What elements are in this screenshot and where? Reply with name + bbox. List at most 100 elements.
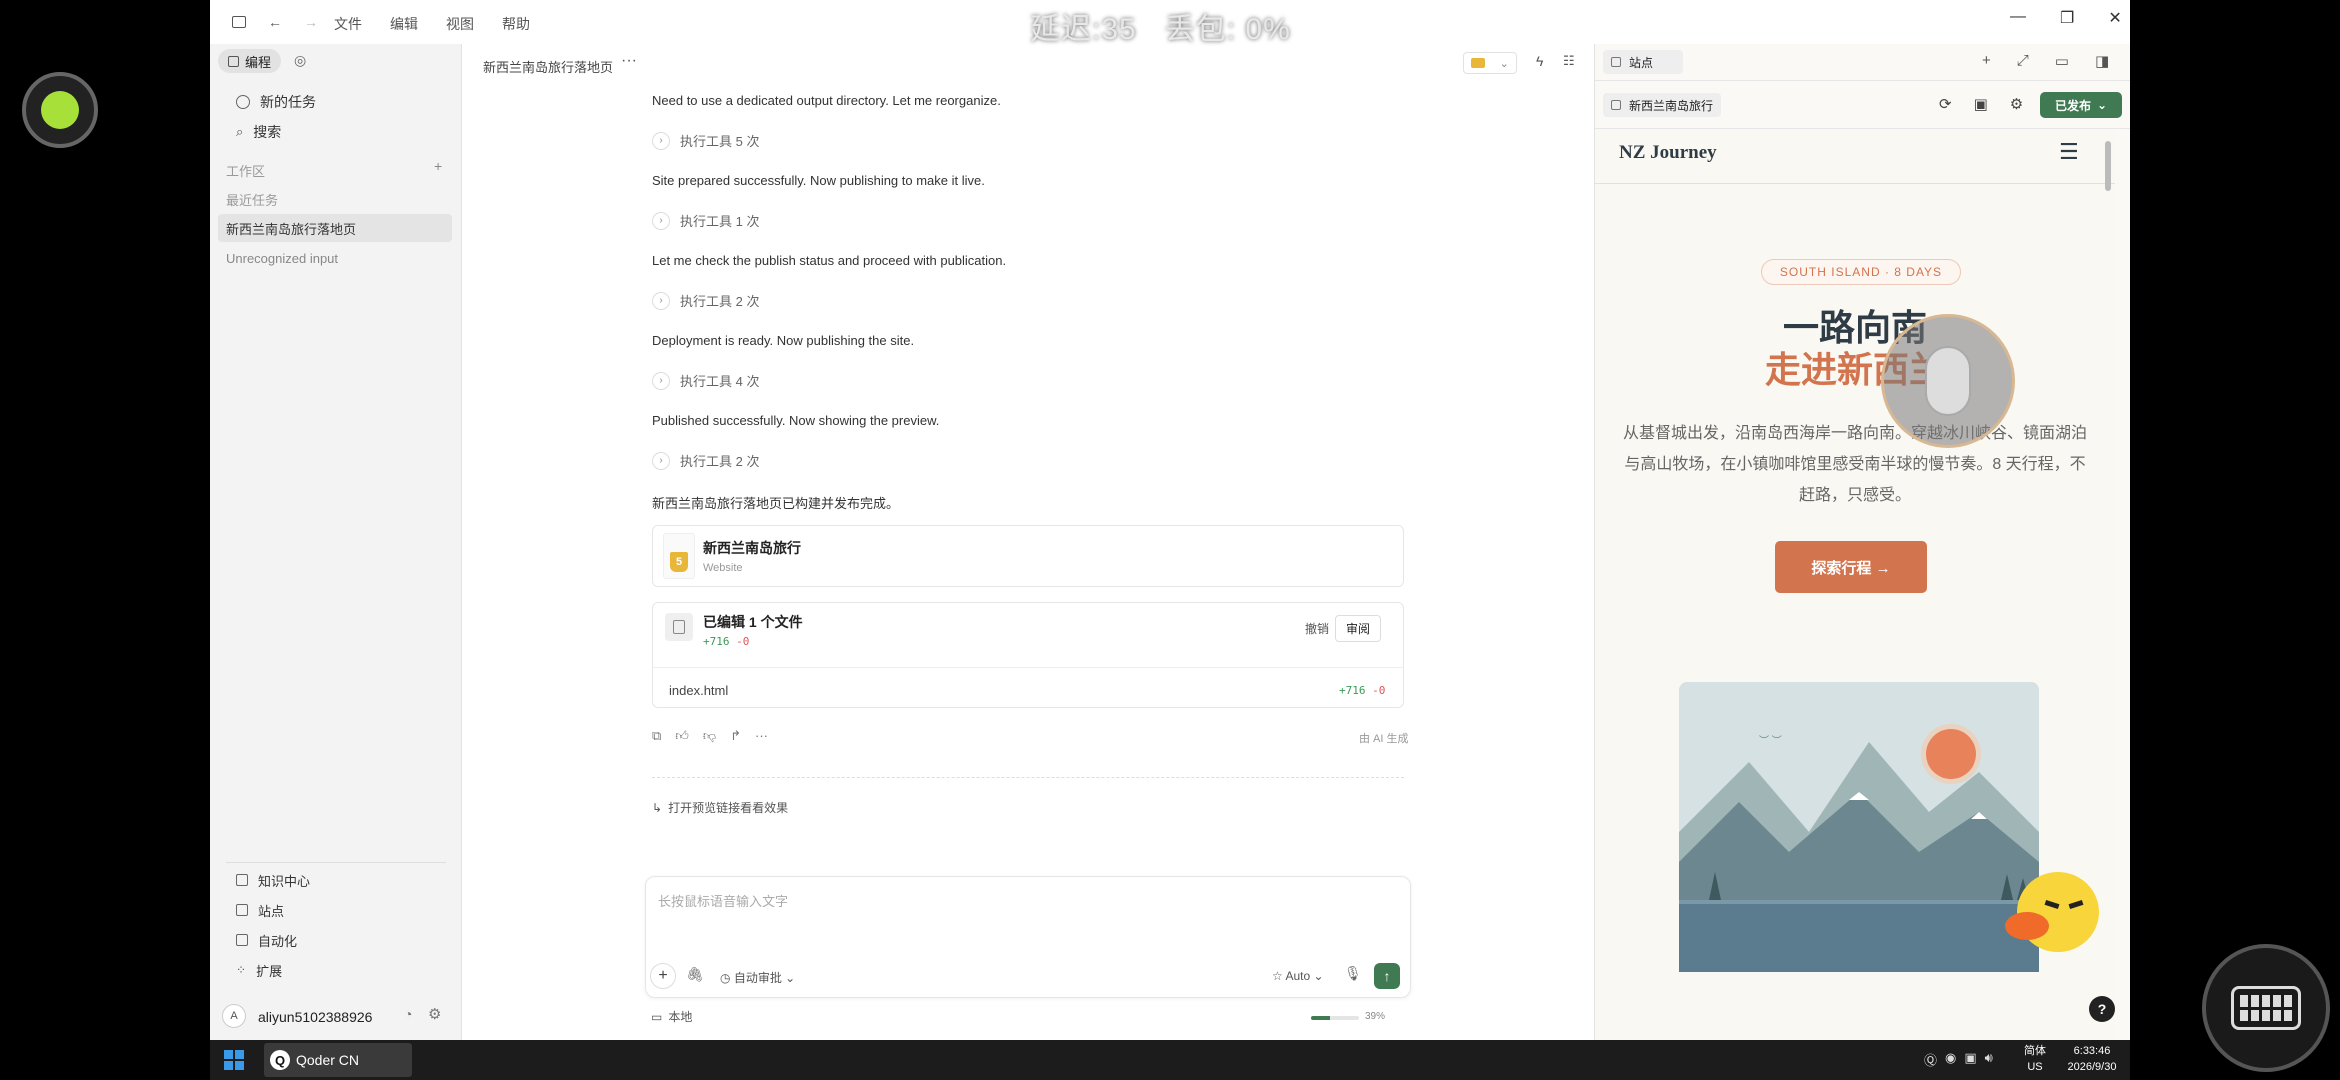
review-button[interactable]: 审阅 [1335, 615, 1382, 642]
app-window: ← → 文件 编辑 视图 帮助 — ❐ ✕ 编程 ◎ 新的任务 ⌕ 搜索 工作区 + 最… [210, 0, 2130, 1040]
publish-button[interactable]: 已发布 ⌄ [2040, 92, 2122, 118]
context-progress-fill [1311, 1016, 1330, 1020]
volume-icon[interactable]: 🔊︎ [1985, 1050, 1993, 1069]
menu-file[interactable]: 文件 [334, 16, 362, 32]
settings-icon[interactable]: ⚙ [428, 1005, 441, 1023]
panel-tab-sites[interactable]: 站点 [1603, 50, 1683, 74]
assistant-message: Published successfully. Now showing the … [652, 413, 940, 428]
mouse-overlay-button[interactable] [1881, 314, 2015, 448]
avatar[interactable]: A [222, 1004, 246, 1028]
open-preview-label: 打开预览链接看看效果 [668, 801, 789, 815]
menu-help[interactable]: 帮助 [502, 16, 530, 32]
new-task-label: 新的任务 [260, 94, 316, 110]
chevron-right-icon: › [652, 451, 670, 470]
sidebar-toggle-icon[interactable] [232, 16, 246, 28]
sidebar-item-automation[interactable]: 自动化 [222, 926, 450, 954]
more-actions-icon[interactable]: ··· [755, 728, 768, 744]
tool-call-toggle[interactable]: › 执行工具 2 次 [652, 451, 759, 470]
tray-duck-icon[interactable]: ◉ [1945, 1050, 1956, 1069]
more-icon[interactable]: ··· [621, 52, 637, 70]
edit-card: 已编辑 1 个文件 +716 -0 撤销 审阅 index.html +716 … [652, 602, 1404, 708]
floating-green-button[interactable] [22, 72, 98, 148]
site-brand[interactable]: NZ Journey [1619, 142, 1717, 164]
preview-description: 从基督城出发，沿南岛西海岸一路向南。穿越冰川峡谷、镜面湖泊与高山牧场，在小镇咖啡… [1622, 425, 2087, 504]
auto-approve-label: 自动审批 [733, 971, 782, 985]
preview-panel: 站点 + ⤢ ▭ ◨ 新西兰南岛旅行 ⟳ ▣ ⚙ 已发布 ⌄ NZ Journey… [1594, 44, 2130, 1040]
gear-icon[interactable]: ⚙ [2010, 95, 2023, 113]
file-icon [665, 613, 693, 641]
microphone-icon[interactable]: 🎙︎ [1344, 965, 1362, 982]
device-icon[interactable]: ▣ [1974, 95, 1988, 113]
chat-input[interactable]: 长按鼠标语音输入文字 [658, 891, 788, 910]
search-button[interactable]: ⌕ 搜索 [222, 118, 450, 146]
forward-icon[interactable]: → [304, 14, 318, 30]
file-deletions: -0 [1372, 684, 1386, 697]
input-method[interactable]: 简体 US [2024, 1043, 2046, 1075]
menu-edit[interactable]: 编辑 [390, 16, 418, 32]
model-dropdown[interactable]: ☆ Auto ⌄ [1272, 969, 1324, 983]
preview-badge: SOUTH ISLAND · 8 DAYS [1761, 259, 1961, 285]
keyboard-button[interactable] [2202, 944, 2330, 1072]
stream-stats: 延迟:35 丢包: 0% [1030, 4, 1291, 48]
final-message: 新西兰南岛旅行落地页已构建并发布完成。 [652, 496, 900, 511]
recent-item-active[interactable]: 新西兰南岛旅行落地页 [218, 214, 452, 242]
refresh-icon[interactable]: ⟳ [1939, 95, 1952, 113]
undo-button[interactable]: 撤销 [1305, 620, 1329, 637]
thumbs-down-icon[interactable]: 👎︎ [703, 728, 716, 744]
edited-file-name[interactable]: index.html [669, 683, 728, 698]
tray-qoder-icon[interactable]: Ⓠ [1924, 1050, 1937, 1069]
explore-itinerary-button[interactable]: 探索行程 → [1775, 541, 1927, 593]
recent-item[interactable]: Unrecognized input [218, 244, 452, 272]
tool-call-toggle[interactable]: › 执行工具 5 次 [652, 131, 759, 150]
tool-call-toggle[interactable]: › 执行工具 1 次 [652, 211, 759, 230]
menu-view[interactable]: 视图 [446, 16, 474, 32]
clock-time: 6:33:46 [2073, 1045, 2111, 1057]
help-button[interactable]: ? [2089, 996, 2115, 1022]
tool-call-toggle[interactable]: › 执行工具 2 次 [652, 291, 759, 310]
sidebar-item-sites[interactable]: 站点 [222, 896, 450, 924]
layout-right-icon[interactable]: ◨ [2095, 52, 2109, 70]
windows-start-icon[interactable] [224, 1050, 244, 1070]
mode-tab-coding[interactable]: 编程 [218, 49, 282, 73]
hamburger-menu-icon[interactable]: ☰ [2059, 139, 2079, 165]
share-icon[interactable]: ↱ [730, 728, 741, 744]
open-preview-link[interactable]: ↳ 打开预览链接看看效果 [652, 799, 788, 816]
sidebar-item-knowledge[interactable]: 知识中心 [222, 866, 450, 894]
sidebar-item-extensions[interactable]: ⁘ 扩展 [222, 956, 450, 984]
add-tab-icon[interactable]: + [1982, 52, 1991, 70]
chevron-right-icon: › [652, 291, 670, 310]
assistant-message: Deployment is ready. Now publishing the … [652, 333, 915, 348]
mode-tab-label: 编程 [245, 54, 272, 70]
auto-approve-dropdown[interactable]: ◷ 自动审批 ⌄ [720, 969, 795, 986]
close-icon[interactable]: ✕ [2108, 8, 2121, 28]
site-card[interactable]: 5 新西兰南岛旅行 Website [652, 525, 1404, 587]
expand-icon[interactable]: ⤢ [2017, 52, 2029, 70]
lightning-icon[interactable]: ϟ [1536, 53, 1543, 69]
layout-bottom-icon[interactable]: ▭ [2055, 52, 2069, 70]
notification-icon[interactable]: ◔ [404, 1006, 412, 1022]
back-icon[interactable]: ← [268, 14, 282, 30]
folder-button[interactable]: ⌄ [1463, 52, 1517, 74]
paperclip-icon[interactable]: 🖇︎ [686, 966, 704, 983]
local-env-button[interactable]: ▭ 本地 [651, 1008, 692, 1025]
minimize-icon[interactable]: — [2010, 8, 2026, 28]
tool-call-toggle[interactable]: › 执行工具 4 次 [652, 371, 759, 390]
scrollbar-thumb[interactable] [2105, 141, 2111, 191]
palette-icon[interactable]: ◎ [294, 52, 306, 69]
add-workspace-icon[interactable]: + [434, 158, 442, 174]
copy-icon[interactable]: ⧉ [652, 728, 661, 744]
add-attachment-button[interactable]: + [650, 963, 676, 989]
panel-tab-label: 站点 [1629, 55, 1654, 70]
taskbar-app-qoder[interactable]: Q Qoder CN [264, 1043, 412, 1077]
duck-mascot-icon[interactable] [2005, 860, 2103, 956]
thumbs-up-icon[interactable]: 👍︎ [675, 728, 689, 744]
maximize-icon[interactable]: ❐ [2060, 8, 2074, 28]
site-chip[interactable]: 新西兰南岛旅行 [1603, 93, 1722, 117]
new-task-button[interactable]: 新的任务 [222, 88, 450, 116]
clock-date: 2026/9/30 [2067, 1061, 2117, 1073]
checklist-icon[interactable]: ☷ [1563, 53, 1575, 69]
tray-app-icon[interactable]: ▣ [1964, 1050, 1976, 1069]
clock[interactable]: 6:33:46 2026/9/30 [2062, 1043, 2122, 1075]
send-button[interactable]: ↑ [1374, 963, 1400, 989]
monitor-icon: ▭ [651, 1010, 663, 1024]
